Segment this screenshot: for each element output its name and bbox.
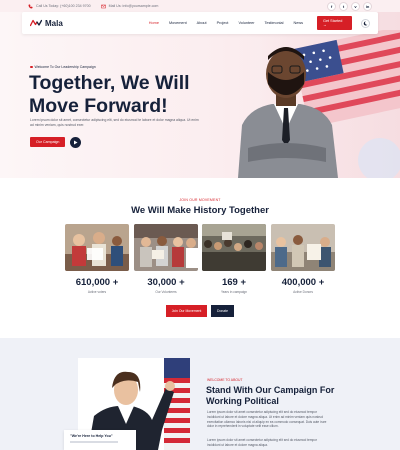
about-eyebrow: WELCOME TO ABOUT [207,378,243,382]
volunteers-photo-2 [134,224,198,271]
hero-description: Lorem ipsum dolor sit amet, consectetur … [30,118,199,127]
get-started-button[interactable]: Get Started → [316,16,353,30]
email-text: Mail Us: info@yoursample.com [108,4,159,8]
vimeo-icon[interactable]: v [351,2,360,11]
volunteers-photo-4 [271,224,335,271]
mail-icon [100,4,106,8]
nav-item-volunteer[interactable]: Volunteer [238,21,254,25]
join-movement-button[interactable]: Join Our Movement [166,305,207,317]
stat-value: 30,000 + [147,277,185,288]
movement-title: We Will Make History Together [131,205,269,216]
play-icon [74,140,78,145]
bullet-dot-icon [30,65,33,69]
our-campaign-button[interactable]: Our Campaign [30,137,66,147]
hero-title: Together, We Will Move Forward! [29,72,229,118]
hero-subtitle: Welcome To Our Leadership Campaign [30,65,96,69]
nav-item-home[interactable]: Home [149,21,159,25]
nav-menu: Home Movement About Project Volunteer Te… [149,21,303,25]
phone-icon [28,4,33,8]
candidate-portrait-image [230,30,400,178]
stat-label: Active Donors [293,290,313,294]
stat-volunteers: 30,000 + Our Volunteers [134,277,198,294]
donate-button[interactable]: Donate [211,305,234,317]
main-navbar: Mala Home Movement About Project Volunte… [22,12,378,34]
stat-value: 169 + [221,277,247,288]
nav-item-movement[interactable]: Movement [169,21,187,25]
email-contact[interactable]: Mail Us: info@yoursample.com [100,4,159,9]
help-card-divider [70,441,118,443]
linkedin-icon[interactable]: in [363,2,372,11]
nav-item-about[interactable]: About [197,21,207,25]
volunteers-photo-1 [65,224,129,271]
hero-title-line2: Move Forward! [29,95,168,117]
stat-value: 400,000 + [281,277,325,288]
twitter-icon[interactable]: t [339,2,348,11]
stat-value: 610,000 + [75,277,119,288]
crowd-rally-photo [202,224,266,271]
nav-item-testimonial[interactable]: Testimonial [264,21,283,25]
phone-contact[interactable]: Call Us Today: (+60)100 234 9700 [28,4,91,9]
nav-item-project[interactable]: Project [217,21,229,25]
logo-mark-icon [30,19,42,27]
stat-years: 169 + Years in campaign [202,277,266,294]
social-links: f t v in [327,2,372,11]
facebook-icon[interactable]: f [327,2,336,11]
hero-subtitle-text: Welcome To Our Leadership Campaign [34,65,96,69]
about-paragraph-1: Lorem ipsum dolor sit amet consectetur a… [207,410,327,429]
theme-toggle-button[interactable] [361,18,370,28]
logo-text: Mala [45,18,63,28]
moon-icon [363,20,368,25]
stat-label: Our Volunteers [155,290,177,294]
phone-text: Call Us Today: (+60)100 234 9700 [36,4,91,8]
logo[interactable]: Mala [30,19,63,28]
about-title: Stand With Our Campaign For Working Poli… [206,385,356,407]
play-video-button[interactable] [70,137,81,148]
stat-label: Active voters [87,290,107,294]
about-paragraph-2: Lorem ipsum dolor sit amet consectetur a… [207,438,318,447]
about-title-line1: Stand With Our Campaign For [206,385,335,395]
about-title-line2: Working Political [206,396,279,406]
nav-item-news[interactable]: News [293,21,303,25]
top-bar: Call Us Today: (+60)100 234 9700 Mail Us… [0,0,400,12]
help-card: "We're Here to Help You" [64,430,136,450]
stat-active-voters: 610,000 + Active voters [65,277,129,294]
stat-label: Years in campaign [220,290,248,294]
movement-eyebrow: JOIN OUR MOVEMENT [179,198,221,202]
help-card-title: "We're Here to Help You" [70,434,113,438]
hero-title-line1: Together, We Will [29,72,190,94]
stat-donors: 400,000 + Active Donors [271,277,335,294]
